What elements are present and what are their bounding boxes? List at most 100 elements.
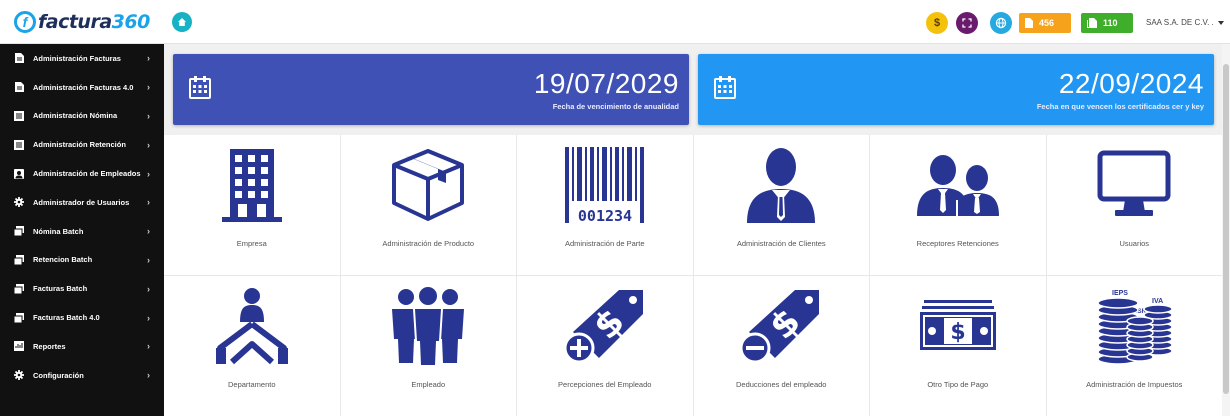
tile-icon-wrapper: $ — [560, 286, 650, 366]
stack-icon — [14, 283, 24, 294]
sidebar-item-administracion-facturas-4-0[interactable]: Administración Facturas 4.0 › — [0, 73, 164, 102]
tile-label: Administración de Producto — [382, 239, 475, 248]
sidebar-item-label: Administración Nómina — [33, 111, 118, 121]
tile-empleado[interactable]: Empleado — [340, 276, 516, 416]
logo[interactable]: f factura360 — [0, 0, 164, 44]
tile-label: Percepciones del Empleado — [558, 380, 652, 389]
chevron-right-icon: › — [147, 139, 150, 150]
scrollbar[interactable] — [1222, 44, 1230, 416]
tile-administracion-impuestos[interactable]: IEPS IVA ISR Administración de Impuestos — [1046, 276, 1222, 416]
sidebar-item-facturas-batch[interactable]: Facturas Batch › — [0, 274, 164, 303]
certificate-expiry-caption: Fecha en que vencen los certificados cer… — [1036, 102, 1204, 111]
chevron-right-icon: › — [147, 168, 150, 179]
sidebar-item-label: Nómina Batch — [33, 226, 84, 236]
annual-expiry-date: 19/07/2029 — [533, 68, 679, 99]
scrollbar-thumb[interactable] — [1223, 64, 1229, 394]
tile-departamento[interactable]: Departamento — [164, 276, 340, 416]
tile-icon-wrapper — [1089, 145, 1179, 225]
sidebar-item-nomina-batch[interactable]: Nómina Batch › — [0, 217, 164, 246]
invoices-counter[interactable]: 456 — [1019, 13, 1071, 33]
tile-usuarios[interactable]: Usuarios — [1046, 135, 1222, 275]
tile-otro-tipo-pago[interactable]: $ Otro Tipo de Pago — [870, 276, 1046, 416]
sidebar-item-administrador-de-usuarios[interactable]: Administrador de Usuarios › — [0, 188, 164, 217]
tile-administracion-producto[interactable]: Administración de Producto — [340, 135, 516, 275]
tile-label: Empresa — [236, 239, 267, 248]
sidebar-item-administracion-facturas[interactable]: Administración Facturas › — [0, 44, 164, 73]
logo-text: factura360 — [38, 11, 150, 33]
dollar-icon: $ — [933, 17, 941, 29]
tile-percepciones-empleado[interactable]: $ Percepciones del Empleado — [517, 276, 693, 416]
document-icon — [14, 53, 24, 64]
logo-mark-icon: f — [14, 11, 36, 33]
tile-icon-wrapper — [736, 145, 826, 225]
svg-text:$: $ — [950, 320, 965, 345]
tile-deducciones-empleado[interactable]: $ Deducciones del empleado — [693, 276, 869, 416]
globe-icon — [995, 17, 1007, 29]
svg-text:001234: 001234 — [578, 207, 632, 225]
user-icon — [14, 168, 24, 179]
gear-icon — [14, 370, 24, 381]
fullscreen-button[interactable] — [956, 12, 978, 34]
sidebar-item-label: Administración de Empleados — [33, 169, 141, 179]
annual-expiry-caption: Fecha de vencimiento de anualidad — [552, 102, 679, 111]
chevron-right-icon: › — [147, 341, 150, 352]
payroll-counter[interactable]: 110 — [1081, 13, 1133, 33]
chevron-right-icon: › — [147, 110, 150, 121]
home-icon — [178, 18, 186, 26]
main-content: 19/07/2029 Fecha de vencimiento de anual… — [164, 44, 1222, 416]
tile-receptores-retenciones[interactable]: Receptores Retenciones — [870, 135, 1046, 275]
tile-label: Receptores Retenciones — [916, 239, 999, 248]
document-icon — [14, 82, 24, 93]
sidebar-item-label: Administrador de Usuarios — [33, 197, 130, 207]
barcode-icon: 001234 — [564, 147, 644, 225]
tile-administracion-clientes[interactable]: Administración de Clientes — [693, 135, 869, 275]
tile-label: Administración de Impuestos — [1086, 380, 1183, 389]
chevron-right-icon: › — [147, 370, 150, 381]
sidebar-item-administracion-retencion[interactable]: Administración Retención › — [0, 130, 164, 159]
home-button[interactable] — [172, 12, 192, 32]
tile-icon-wrapper — [383, 286, 473, 366]
fullscreen-icon — [962, 18, 972, 28]
file-icon — [1025, 18, 1033, 28]
chevron-right-icon: › — [147, 82, 150, 93]
box-icon — [392, 149, 465, 221]
list-icon — [14, 139, 24, 150]
price-tag-plus-icon: $ — [563, 290, 643, 364]
list-icon — [14, 110, 24, 121]
sidebar-item-administracion-nomina[interactable]: Administración Nómina › — [0, 102, 164, 131]
svg-text:IVA: IVA — [1152, 298, 1163, 305]
businessman-icon — [747, 148, 816, 223]
sidebar-item-retencion-batch[interactable]: Retencion Batch › — [0, 246, 164, 275]
people-icon — [916, 155, 999, 216]
stack-icon — [14, 312, 24, 323]
stack-icon — [14, 254, 24, 265]
sidebar-item-label: Administración Retención — [33, 140, 126, 150]
sidebar-item-label: Configuración — [33, 370, 84, 380]
module-grid: Empresa Administración de Producto 00123… — [164, 135, 1222, 416]
tile-icon-wrapper — [207, 145, 297, 225]
tile-icon-wrapper: IEPS IVA ISR — [1089, 286, 1179, 366]
tile-icon-wrapper: 001234 — [560, 145, 650, 225]
sidebar-item-administracion-de-empleados[interactable]: Administración de Empleados › — [0, 159, 164, 188]
sidebar-item-reportes[interactable]: Reportes › — [0, 332, 164, 361]
sidebar-item-facturas-batch-4-0[interactable]: Facturas Batch 4.0 › — [0, 303, 164, 332]
tile-icon-wrapper — [383, 145, 473, 225]
stack-icon — [14, 226, 24, 237]
tile-label: Usuarios — [1119, 239, 1150, 248]
chevron-right-icon: › — [147, 312, 150, 323]
calendar-icon — [189, 76, 211, 99]
sidebar-item-label: Facturas Batch 4.0 — [33, 313, 100, 323]
sidebar-item-label: Facturas Batch — [33, 284, 88, 294]
sidebar-item-configuracion[interactable]: Configuración › — [0, 361, 164, 390]
tile-icon-wrapper: $ — [736, 286, 826, 366]
tile-label: Administración de Clientes — [736, 239, 826, 248]
tile-empresa[interactable]: Empresa — [164, 135, 340, 275]
caret-down-icon — [1217, 20, 1224, 25]
org-chart-icon — [215, 288, 288, 365]
tile-administracion-parte[interactable]: 001234 Administración de Parte — [517, 135, 693, 275]
billing-button[interactable]: $ — [926, 12, 948, 34]
tile-icon-wrapper — [913, 145, 1003, 225]
files-icon — [1087, 18, 1097, 28]
language-button[interactable] — [990, 12, 1012, 34]
company-menu[interactable]: SAA S.A. DE C.V. . — [1146, 18, 1224, 27]
